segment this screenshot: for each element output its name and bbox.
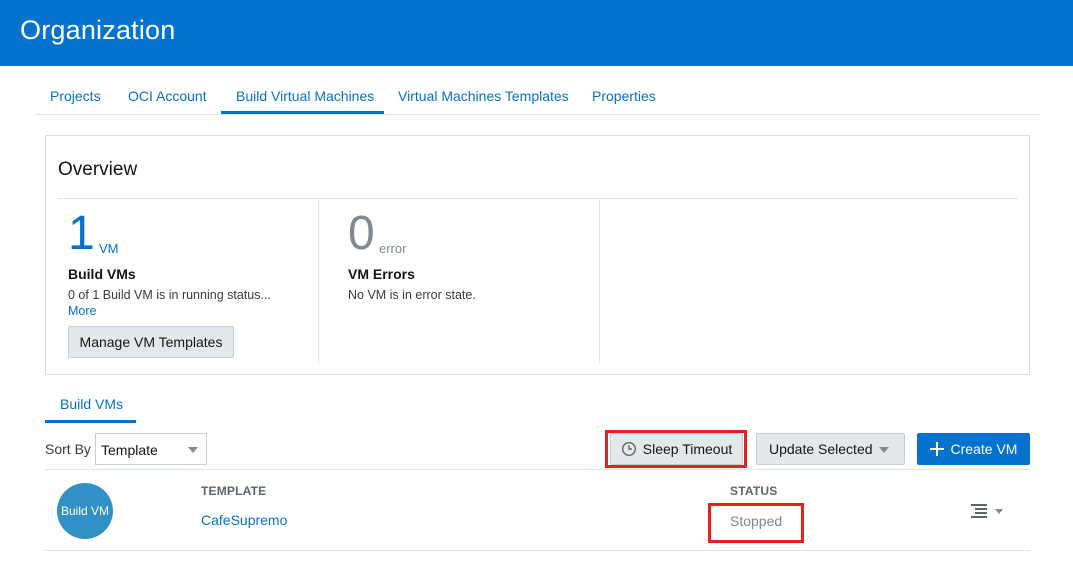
tab-virtual-machines-templates[interactable]: Virtual Machines Templates <box>398 88 569 104</box>
vm-errors-unit: error <box>379 241 407 256</box>
subtab-label: Build VMs <box>60 396 124 412</box>
highlight-box-status <box>708 503 804 543</box>
column-header-template: TEMPLATE <box>201 484 267 498</box>
page-title: Organization <box>20 15 176 45</box>
chevron-down-icon[interactable] <box>995 509 1003 514</box>
vm-errors-description: No VM is in error state. <box>348 288 476 302</box>
column-header-status: STATUS <box>730 484 778 498</box>
vm-errors-count: 0 <box>348 207 375 260</box>
list-top-border <box>45 469 1030 470</box>
tab-oci-account[interactable]: OCI Account <box>128 88 207 104</box>
tab-projects[interactable]: Projects <box>50 88 101 104</box>
update-selected-button[interactable]: Update Selected <box>756 433 905 465</box>
update-selected-label: Update Selected <box>769 441 873 457</box>
chevron-down-icon <box>188 447 198 453</box>
more-link[interactable]: More <box>68 304 96 318</box>
overview-column-divider <box>318 200 319 363</box>
manage-vm-templates-button[interactable]: Manage VM Templates <box>68 326 234 358</box>
subtab-build-vms[interactable]: Build VMs <box>45 396 136 423</box>
highlight-box-sleep-timeout <box>605 430 747 468</box>
sort-by-select[interactable]: Template <box>95 433 207 465</box>
overview-title: Overview <box>58 159 138 180</box>
sort-by-value: Template <box>101 442 158 458</box>
create-vm-button[interactable]: Create VM <box>917 433 1030 465</box>
build-vms-description: 0 of 1 Build VM is in running status... <box>68 288 271 302</box>
overview-column-divider <box>599 200 600 363</box>
vm-errors-label: VM Errors <box>348 266 415 282</box>
overview-panel: Overview 1 VM Build VMs 0 of 1 Build VM … <box>45 135 1030 375</box>
overview-divider <box>58 198 1018 199</box>
template-link[interactable]: CafeSupremo <box>201 512 287 528</box>
page-header: Organization <box>0 0 1073 66</box>
build-vms-unit: VM <box>99 241 119 256</box>
active-tab-indicator <box>221 111 384 114</box>
list-bottom-border <box>45 550 1030 551</box>
build-vms-label: Build VMs <box>68 266 136 282</box>
chevron-down-icon <box>879 447 889 453</box>
plus-icon <box>929 442 944 456</box>
build-vms-summary: 1 VM Build VMs 0 of 1 Build VM is in run… <box>68 200 318 363</box>
tab-build-virtual-machines[interactable]: Build Virtual Machines <box>236 88 374 104</box>
org-tabs: Projects OCI Account Build Virtual Machi… <box>35 82 1040 115</box>
sort-by-label: Sort By <box>45 441 91 457</box>
vm-errors-summary: 0 error VM Errors No VM is in error stat… <box>348 200 598 363</box>
tab-properties[interactable]: Properties <box>592 88 656 104</box>
avatar: Build VM <box>57 483 113 539</box>
build-vms-count: 1 <box>68 207 95 260</box>
row-actions-menu-icon[interactable] <box>971 503 987 519</box>
create-vm-label: Create VM <box>950 441 1018 457</box>
